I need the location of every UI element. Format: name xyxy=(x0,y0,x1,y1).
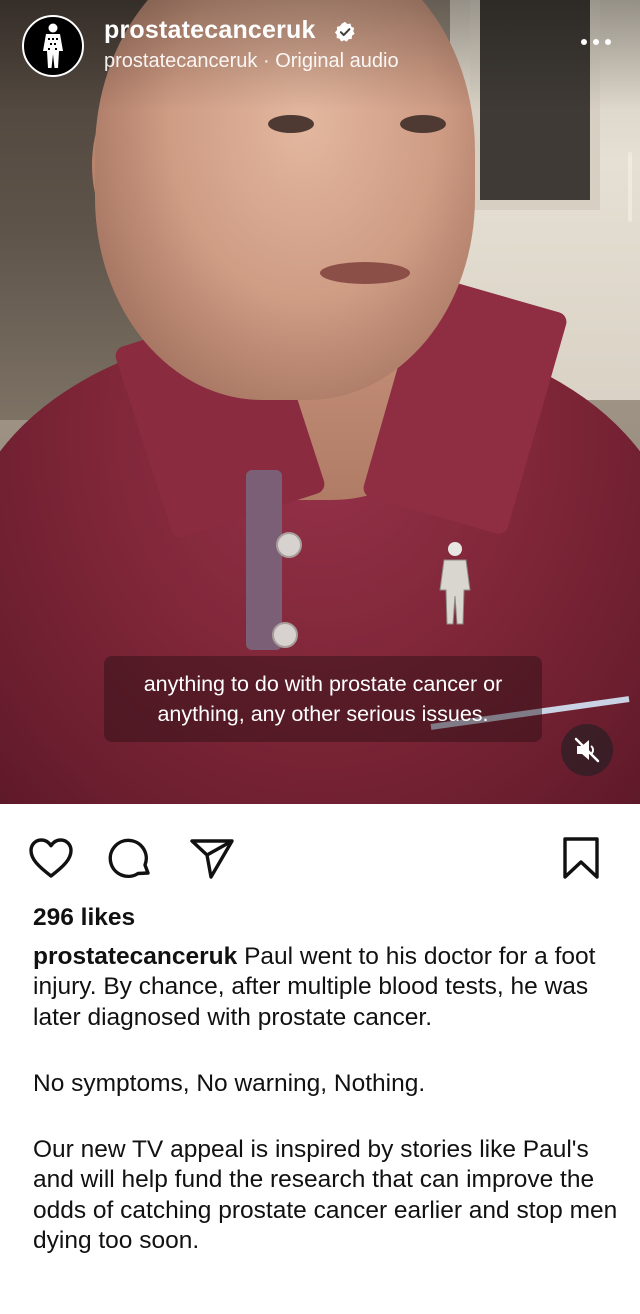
comment-button[interactable] xyxy=(107,834,155,882)
caption-paragraph: prostatecanceruk Paul went to his doctor… xyxy=(33,942,618,1033)
bookmark-icon xyxy=(563,837,599,879)
eye xyxy=(268,115,314,133)
figure-pin-icon xyxy=(439,542,471,625)
muted-speaker-icon[interactable] xyxy=(561,724,613,776)
heart-icon xyxy=(29,838,73,878)
comment-bubble-icon xyxy=(108,838,150,879)
shirt-button xyxy=(272,622,298,648)
scroll-indicator xyxy=(628,152,632,222)
paper-plane-icon xyxy=(190,839,234,879)
shirt-placket xyxy=(246,470,282,650)
shirt-button xyxy=(276,532,302,558)
video-player[interactable]: prostatecanceruk prostatecanceruk · Orig… xyxy=(0,0,640,804)
caption-paragraph: Our new TV appeal is inspired by stories… xyxy=(33,1136,618,1255)
caption-username[interactable]: prostatecanceruk xyxy=(33,943,237,970)
save-button[interactable] xyxy=(557,834,605,882)
profile-avatar[interactable] xyxy=(22,15,84,77)
post-actions xyxy=(0,804,640,904)
caption-paragraph: No symptoms, No warning, Nothing. xyxy=(33,1069,426,1097)
post-username[interactable]: prostatecanceruk xyxy=(104,16,316,45)
figure-logo-icon xyxy=(43,23,63,68)
more-options-icon[interactable] xyxy=(576,30,616,54)
like-button[interactable] xyxy=(27,834,75,882)
video-subtitle: anything to do with prostate cancer or a… xyxy=(104,656,542,742)
share-button[interactable] xyxy=(188,834,236,882)
verified-badge-icon xyxy=(334,21,355,42)
eye xyxy=(400,115,446,133)
like-count[interactable]: 296 likes xyxy=(33,904,135,932)
audio-info[interactable]: prostatecanceruk · Original audio xyxy=(104,50,399,73)
mouth xyxy=(320,262,410,284)
post-caption: prostatecanceruk Paul went to his doctor… xyxy=(33,942,618,1256)
